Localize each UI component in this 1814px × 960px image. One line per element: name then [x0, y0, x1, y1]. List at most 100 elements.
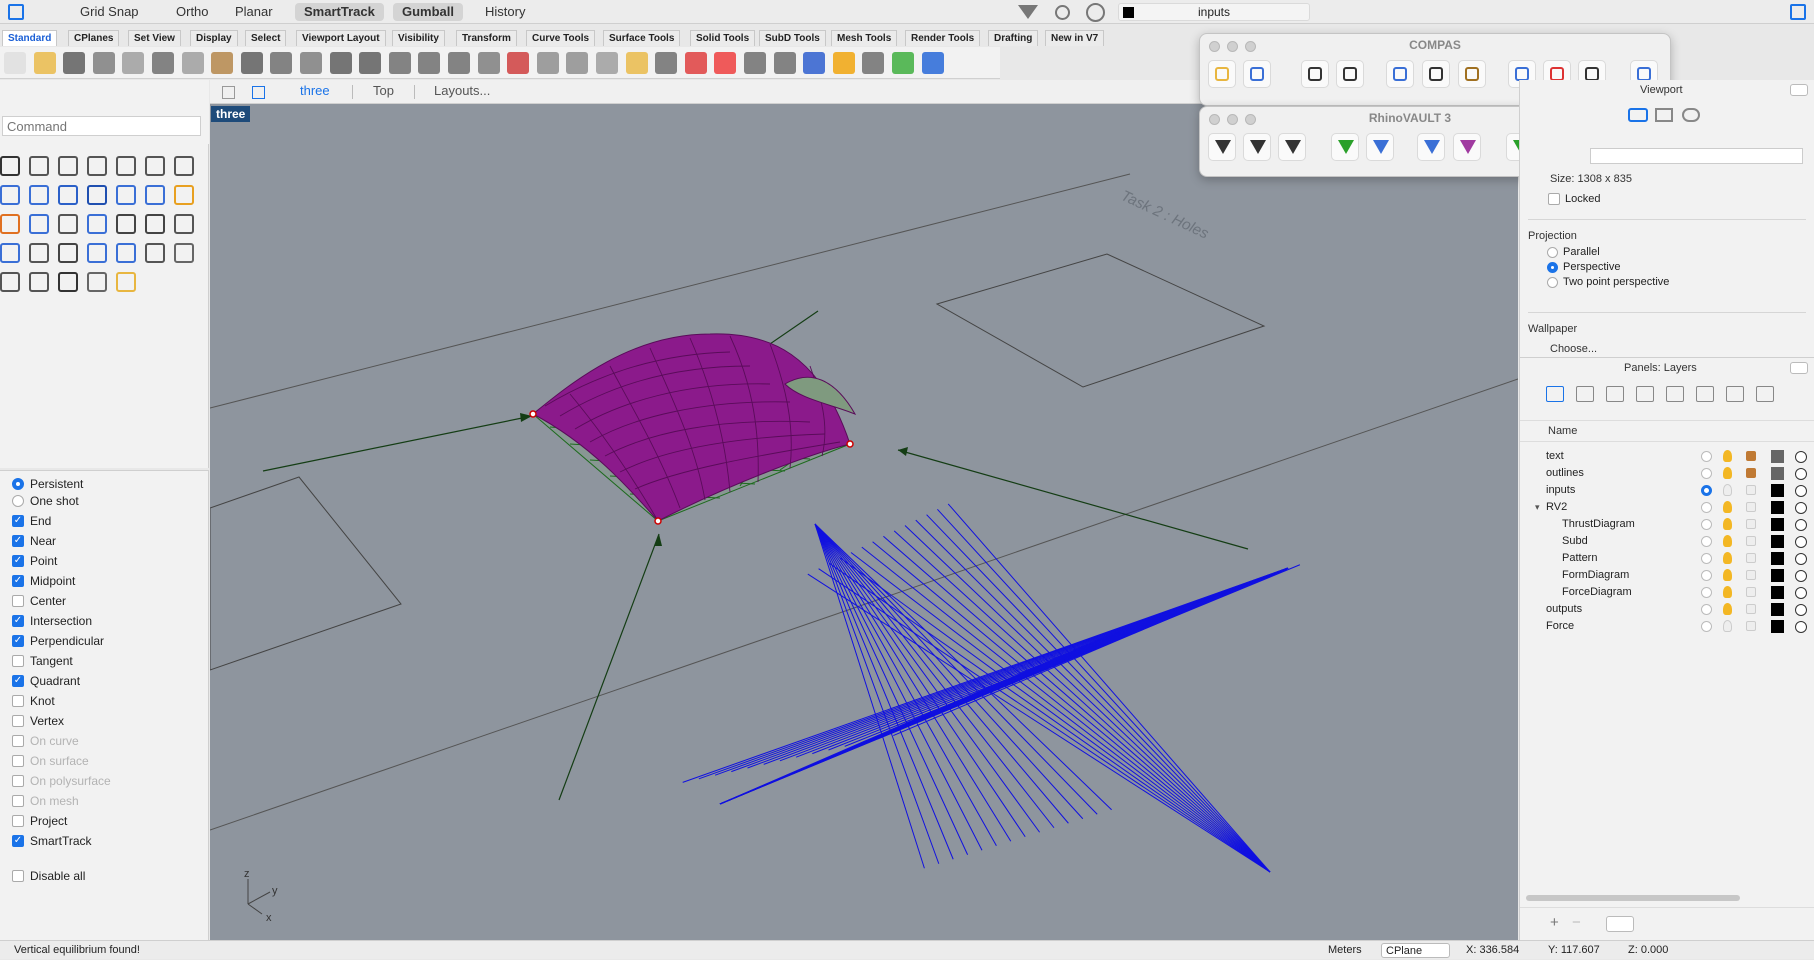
layer-row[interactable]: ThrustDiagram	[1520, 516, 1814, 533]
grid-view-icon[interactable]	[477, 52, 500, 74]
material-circle-icon[interactable]	[1795, 604, 1807, 616]
blocks-panel-icon[interactable]	[1636, 386, 1654, 402]
cloud-icon[interactable]	[1386, 60, 1414, 88]
checkbox[interactable]: ✓	[12, 675, 24, 687]
move-tool-icon[interactable]	[0, 272, 20, 292]
cut-icon[interactable]	[152, 52, 174, 74]
layer-color-swatch[interactable]	[1771, 535, 1784, 548]
camera-panel-icon[interactable]	[1756, 386, 1774, 402]
rotate-3d-icon[interactable]	[448, 52, 470, 74]
lock-icon[interactable]	[1746, 468, 1756, 478]
tab-top[interactable]: Top	[373, 83, 394, 98]
block-tool-icon[interactable]	[145, 243, 165, 263]
checkbox[interactable]: ✓	[12, 635, 24, 647]
current-layer-radio[interactable]	[1701, 570, 1712, 581]
pipe-tool-icon[interactable]	[87, 214, 107, 234]
tab-standard[interactable]: Standard	[2, 30, 58, 46]
pan-icon[interactable]	[270, 52, 293, 74]
form-delete-icon[interactable]	[1278, 133, 1306, 161]
remove-layer-button[interactable]: −	[1572, 914, 1581, 931]
checkbox[interactable]	[12, 595, 24, 607]
lightbulb-icon[interactable]	[1723, 620, 1732, 632]
wallpaper-choose-button[interactable]: Choose...	[1550, 343, 1597, 355]
scale-tool-icon[interactable]	[29, 272, 49, 292]
tab-render-tools[interactable]: Render Tools	[905, 30, 981, 46]
lightbulb-icon[interactable]	[1723, 518, 1732, 530]
current-layer-radio[interactable]	[1701, 587, 1712, 598]
layer-row[interactable]: Subd	[1520, 533, 1814, 550]
osnap-smarttrack[interactable]: ✓ SmartTrack	[12, 832, 92, 850]
material-circle-icon[interactable]	[1795, 451, 1807, 463]
light-tool-icon[interactable]	[116, 272, 136, 292]
mesh-icon[interactable]	[773, 52, 796, 74]
tab-viewport-layout[interactable]: Viewport Layout	[296, 30, 386, 46]
material-circle-icon[interactable]	[1795, 485, 1807, 497]
cylinder-tool-icon[interactable]	[0, 214, 20, 234]
lock-icon[interactable]	[1746, 587, 1756, 597]
checkbox[interactable]	[12, 715, 24, 727]
layer-row[interactable]: text	[1520, 448, 1814, 465]
layer-color-swatch[interactable]	[1771, 501, 1784, 514]
toggle-gumball[interactable]: Gumball	[393, 3, 464, 21]
checkbox[interactable]: ✓	[12, 615, 24, 627]
current-layer-radio[interactable]	[1701, 536, 1712, 547]
lightbulb-icon[interactable]	[1723, 552, 1732, 564]
text-tool-icon[interactable]	[58, 243, 78, 263]
checkbox[interactable]: ✓	[12, 535, 24, 547]
force-diagram-icon[interactable]	[1331, 133, 1359, 161]
material-circle-icon[interactable]	[1795, 468, 1807, 480]
osnap-mode-persistent[interactable]: Persistent	[12, 475, 83, 493]
grasshopper-icon[interactable]	[892, 52, 914, 74]
point-tool-icon[interactable]	[29, 156, 49, 176]
polyline-tool-icon[interactable]	[58, 156, 78, 176]
checkbox[interactable]	[12, 870, 24, 882]
cplane-dropdown[interactable]: CPlane	[1381, 943, 1450, 958]
current-layer-radio[interactable]	[1701, 502, 1712, 513]
zoom-window-icon[interactable]	[388, 52, 411, 74]
ellipse-tool-icon[interactable]	[145, 156, 165, 176]
material-circle-icon[interactable]	[1795, 536, 1807, 548]
osnap-on-mesh[interactable]: On mesh	[12, 792, 79, 810]
layer-row[interactable]: FormDiagram	[1520, 567, 1814, 584]
check-tool-icon[interactable]	[58, 272, 78, 292]
material-circle-icon[interactable]	[1795, 553, 1807, 565]
layer-row[interactable]: outlines	[1520, 465, 1814, 482]
osnap-end[interactable]: ✓ End	[12, 512, 51, 530]
undo-icon[interactable]	[240, 52, 263, 74]
form-from-lines-icon[interactable]	[1208, 133, 1236, 161]
zoom-extents-icon[interactable]	[359, 52, 382, 74]
material-circle-icon[interactable]	[1795, 587, 1807, 599]
current-layer-radio[interactable]	[1701, 553, 1712, 564]
thrust-solve-icon[interactable]	[1417, 133, 1445, 161]
current-layer-dropdown[interactable]: inputs	[1118, 3, 1310, 21]
checkbox[interactable]	[12, 795, 24, 807]
layer-options-gear-icon[interactable]	[1606, 916, 1634, 932]
save-icon[interactable]	[63, 52, 86, 74]
perspective-viewport[interactable]: Task 2 : Holes z y x three	[210, 104, 1518, 940]
zoom-icon[interactable]	[329, 52, 352, 74]
lightbulb-icon[interactable]	[1723, 484, 1732, 496]
material-circle-icon[interactable]	[1795, 502, 1807, 514]
osnap-perpendicular[interactable]: ✓ Perpendicular	[12, 632, 104, 650]
blocks-icon[interactable]	[862, 52, 885, 74]
copy-icon[interactable]	[181, 52, 204, 74]
layer-color-swatch[interactable]	[1771, 552, 1784, 565]
current-layer-radio[interactable]	[1701, 468, 1712, 479]
command-input[interactable]	[2, 116, 201, 136]
tab-display[interactable]: Display	[190, 30, 238, 46]
layer-name-column-header[interactable]: Name	[1548, 425, 1577, 437]
lightbulb-icon[interactable]	[1723, 467, 1732, 479]
pen-icon[interactable]	[832, 52, 855, 74]
units-label[interactable]: Meters	[1328, 941, 1362, 960]
layers-panel-icon[interactable]	[1546, 386, 1564, 402]
lightbulb-icon[interactable]	[1723, 535, 1732, 547]
layer-row[interactable]: Pattern	[1520, 550, 1814, 567]
layer-color-swatch[interactable]	[1771, 586, 1784, 599]
layer-color-swatch[interactable]	[1771, 484, 1784, 497]
single-view-icon[interactable]	[252, 86, 265, 99]
gumball-tool-icon[interactable]	[29, 243, 49, 263]
toggle-history[interactable]: History	[476, 3, 534, 21]
force-align-icon[interactable]	[1366, 133, 1394, 161]
sidebar-toggle-icon[interactable]	[8, 4, 24, 20]
solid-box-tool-icon[interactable]	[87, 185, 107, 205]
